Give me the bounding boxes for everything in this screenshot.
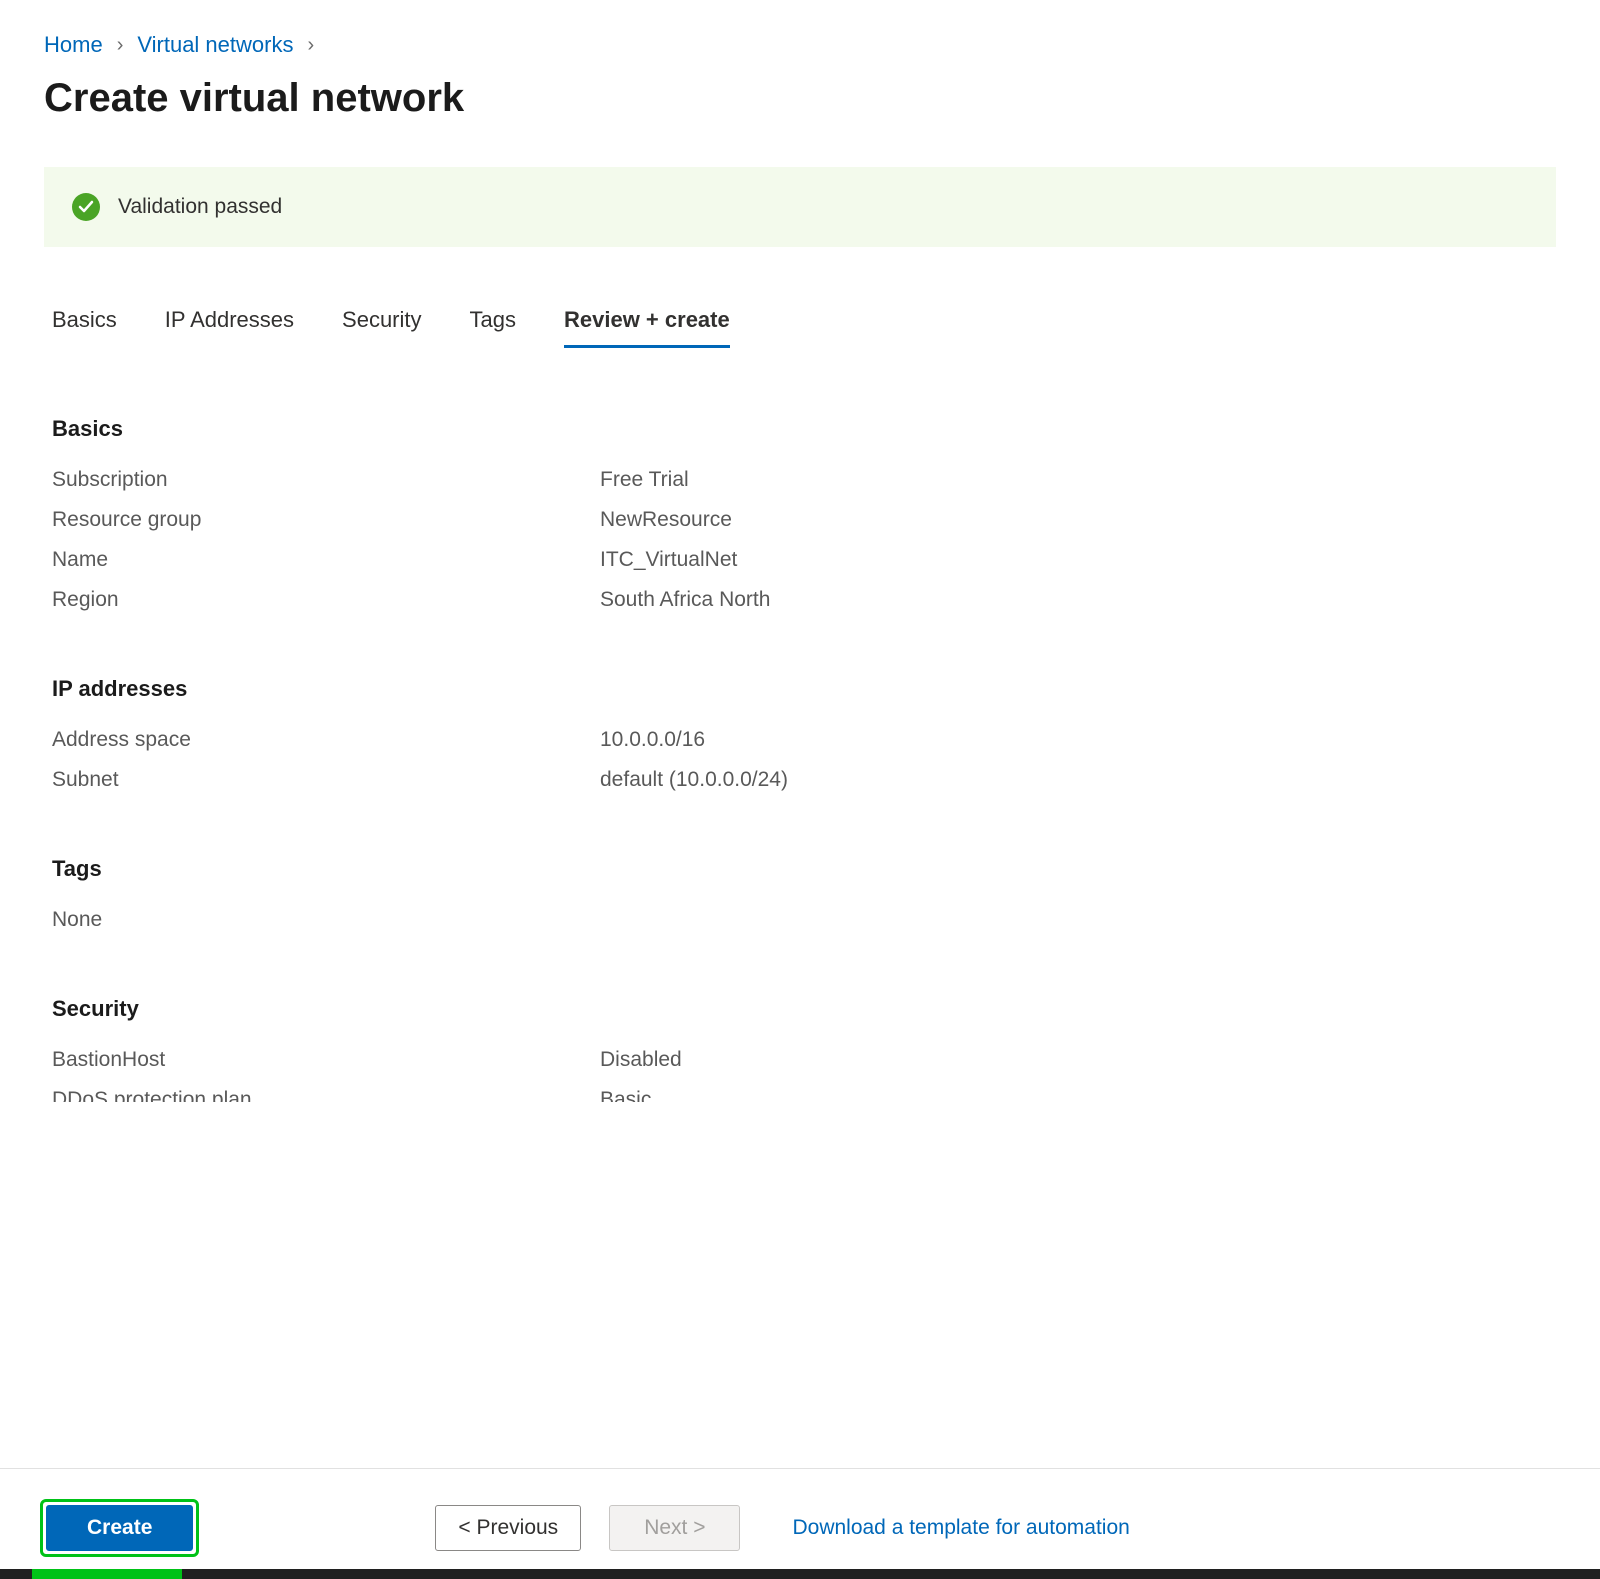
previous-button[interactable]: < Previous bbox=[435, 1505, 581, 1551]
row-address-space: Address space 10.0.0.0/16 bbox=[52, 728, 1556, 752]
label-address-space: Address space bbox=[52, 728, 600, 752]
row-ddos-protection-cutoff: DDoS protection plan Basic bbox=[52, 1088, 1556, 1102]
breadcrumb: Home › Virtual networks › bbox=[44, 32, 1556, 58]
validation-message: Validation passed bbox=[118, 195, 282, 219]
label-subnet: Subnet bbox=[52, 768, 600, 792]
download-template-link[interactable]: Download a template for automation bbox=[792, 1516, 1129, 1540]
breadcrumb-virtual-networks[interactable]: Virtual networks bbox=[137, 32, 293, 58]
label-region: Region bbox=[52, 588, 600, 612]
create-button-highlight: Create bbox=[40, 1499, 199, 1557]
value-address-space: 10.0.0.0/16 bbox=[600, 728, 705, 752]
tabs: Basics IP Addresses Security Tags Review… bbox=[44, 307, 1556, 348]
label-bastion-host: BastionHost bbox=[52, 1048, 600, 1072]
next-button: Next > bbox=[609, 1505, 740, 1551]
section-heading-ip: IP addresses bbox=[52, 676, 1556, 702]
value-subscription: Free Trial bbox=[600, 468, 689, 492]
row-region: Region South Africa North bbox=[52, 588, 1556, 612]
section-ip-addresses: IP addresses Address space 10.0.0.0/16 S… bbox=[44, 676, 1556, 792]
section-heading-tags: Tags bbox=[52, 856, 1556, 882]
section-heading-security: Security bbox=[52, 996, 1556, 1022]
value-resource-group: NewResource bbox=[600, 508, 732, 532]
chevron-right-icon: › bbox=[117, 34, 124, 57]
label-name: Name bbox=[52, 548, 600, 572]
value-ddos-protection: Basic bbox=[600, 1088, 651, 1102]
tab-basics[interactable]: Basics bbox=[52, 307, 117, 348]
create-button[interactable]: Create bbox=[46, 1505, 193, 1551]
row-name: Name ITC_VirtualNet bbox=[52, 548, 1556, 572]
section-security: Security BastionHost Disabled DDoS prote… bbox=[44, 996, 1556, 1102]
section-tags: Tags None bbox=[44, 856, 1556, 932]
tab-review-create[interactable]: Review + create bbox=[564, 307, 730, 348]
footer: Create < Previous Next > Download a temp… bbox=[0, 1468, 1600, 1567]
success-check-icon bbox=[72, 193, 100, 221]
row-resource-group: Resource group NewResource bbox=[52, 508, 1556, 532]
validation-banner: Validation passed bbox=[44, 167, 1556, 247]
tab-tags[interactable]: Tags bbox=[470, 307, 516, 348]
value-subnet: default (10.0.0.0/24) bbox=[600, 768, 788, 792]
row-subscription: Subscription Free Trial bbox=[52, 468, 1556, 492]
section-basics: Basics Subscription Free Trial Resource … bbox=[44, 416, 1556, 612]
chevron-right-icon: › bbox=[307, 34, 314, 57]
tab-ip-addresses[interactable]: IP Addresses bbox=[165, 307, 294, 348]
breadcrumb-home[interactable]: Home bbox=[44, 32, 103, 58]
tab-security[interactable]: Security bbox=[342, 307, 421, 348]
row-bastion-host: BastionHost Disabled bbox=[52, 1048, 1556, 1072]
value-bastion-host: Disabled bbox=[600, 1048, 682, 1072]
value-region: South Africa North bbox=[600, 588, 770, 612]
label-subscription: Subscription bbox=[52, 468, 600, 492]
window-bottom-accent bbox=[32, 1569, 182, 1579]
section-heading-basics: Basics bbox=[52, 416, 1556, 442]
label-ddos-protection: DDoS protection plan bbox=[52, 1088, 600, 1102]
label-resource-group: Resource group bbox=[52, 508, 600, 532]
value-name: ITC_VirtualNet bbox=[600, 548, 737, 572]
tags-none: None bbox=[52, 908, 1556, 932]
row-subnet: Subnet default (10.0.0.0/24) bbox=[52, 768, 1556, 792]
page-title: Create virtual network bbox=[44, 76, 1556, 121]
window-bottom-bar bbox=[0, 1569, 1600, 1579]
